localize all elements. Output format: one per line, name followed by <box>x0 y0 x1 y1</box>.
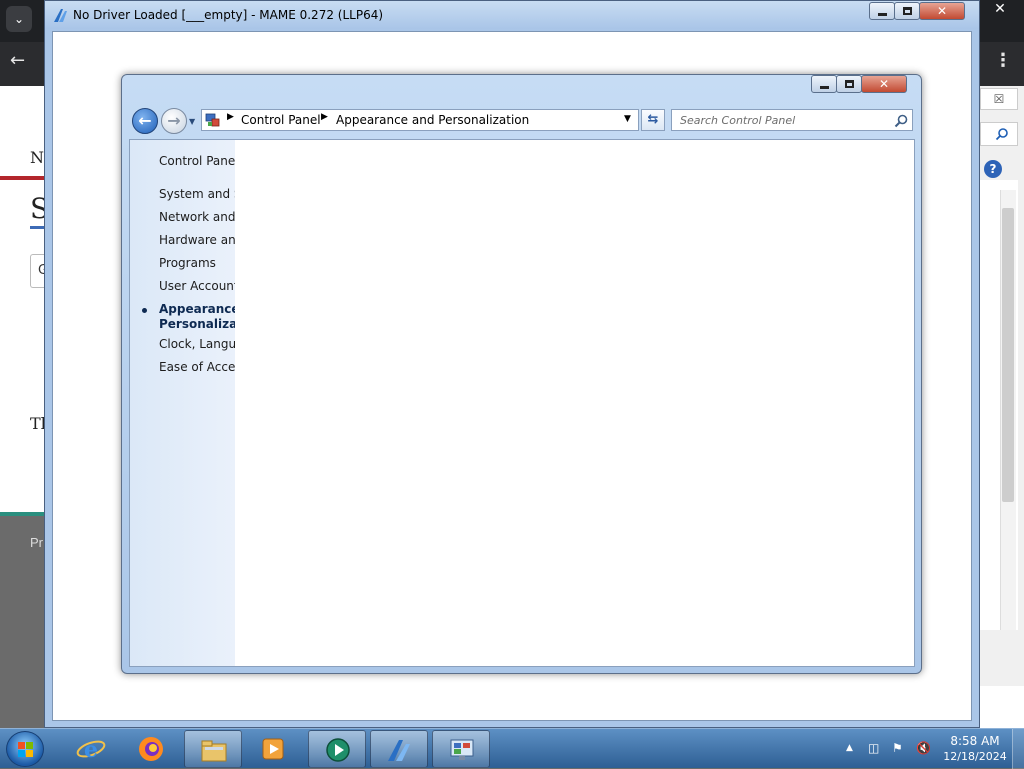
breadcrumb-appearance[interactable]: Appearance and Personalization <box>336 113 529 127</box>
browser-close-icon[interactable]: ✕ <box>985 0 1015 18</box>
close-icon: ✕ <box>936 4 948 18</box>
taskbar-control-panel[interactable] <box>432 730 490 768</box>
taskbar-mame[interactable] <box>370 730 428 768</box>
control-panel-body: Control Panel System and Se Network and … <box>129 139 915 667</box>
browser-back-icon[interactable]: ← <box>10 50 25 71</box>
search-box[interactable] <box>671 109 913 131</box>
control-panel-window: ✕ ← → ▼ ▶ Control Panel ▶ Appearance and… <box>121 74 922 674</box>
mame-minimize-button[interactable] <box>869 2 895 20</box>
network-icon[interactable]: ◫ <box>868 741 879 755</box>
taskbar-media-player[interactable] <box>244 730 302 768</box>
sidebar-item-clock-language[interactable]: Clock, Langua <box>159 337 235 352</box>
taskbar-media-app[interactable] <box>308 730 366 768</box>
action-center-flag-icon[interactable]: ⚑ <box>892 741 903 755</box>
forward-button[interactable]: → <box>161 108 187 134</box>
mame-titlebar[interactable]: No Driver Loaded [___empty] - MAME 0.272… <box>45 1 979 29</box>
recent-pages-dropdown[interactable]: ▼ <box>189 117 198 126</box>
page-footer-text-fragment: Pr <box>30 535 43 550</box>
maximize-icon <box>845 80 854 88</box>
breadcrumb-separator-icon[interactable]: ▶ <box>321 112 328 122</box>
breadcrumb-separator-icon[interactable]: ▶ <box>227 112 234 122</box>
taskbar-internet-explorer[interactable]: e <box>62 730 120 768</box>
mame-icon <box>388 740 410 761</box>
firefox-icon <box>139 737 163 761</box>
search-icon[interactable] <box>893 113 909 129</box>
side-panel-close-icon[interactable]: ☒ <box>980 88 1018 110</box>
maximize-icon <box>903 7 912 15</box>
sidebar-item-control-panel-home[interactable]: Control Panel <box>159 154 235 169</box>
media-player-icon <box>262 738 284 760</box>
show-desktop-button[interactable] <box>1012 729 1024 769</box>
volume-muted-icon[interactable]: 🔇 <box>916 741 931 755</box>
page-text-fragment: N <box>30 148 44 167</box>
clock-date[interactable]: 12/18/2024 <box>940 750 1010 763</box>
folder-icon <box>201 740 227 762</box>
cp-content-area <box>235 140 914 666</box>
search-input[interactable] <box>672 110 890 130</box>
sidebar-item-system-security[interactable]: System and Se <box>159 187 235 202</box>
address-bar[interactable]: ▶ Control Panel ▶ Appearance and Persona… <box>201 109 639 131</box>
internet-explorer-icon: e <box>76 737 106 763</box>
cp-close-button[interactable]: ✕ <box>861 75 907 93</box>
taskbar-firefox[interactable] <box>122 730 180 768</box>
minimize-icon <box>878 13 887 16</box>
control-panel-icon <box>205 113 220 127</box>
sidebar-item-appearance-line2[interactable]: Personalizatio <box>159 317 235 332</box>
minimize-icon <box>820 86 829 89</box>
show-hidden-icons-icon[interactable]: ▲ <box>846 743 853 753</box>
help-icon[interactable]: ? <box>984 160 1002 178</box>
taskbar: e ▲ ◫ ⚑ 🔇 8:58 AM 12/18/2024 <box>0 728 1024 769</box>
tab-list-button[interactable]: ⌄ <box>6 6 32 32</box>
taskbar-file-explorer[interactable] <box>184 730 242 768</box>
close-icon: ✕ <box>878 77 890 91</box>
side-search-icon <box>995 128 1008 141</box>
start-button[interactable] <box>6 731 44 767</box>
svg-text:e: e <box>84 737 98 763</box>
breadcrumb-control-panel[interactable]: Control Panel <box>241 113 321 127</box>
mame-window-title: No Driver Loaded [___empty] - MAME 0.272… <box>73 8 384 22</box>
side-panel-scroll-thumb[interactable] <box>1002 208 1014 502</box>
mame-caption-buttons: ✕ <box>869 2 965 20</box>
cp-sidebar: Control Panel System and Se Network and … <box>130 140 235 666</box>
play-circle-icon <box>326 738 350 762</box>
mame-app-icon <box>54 9 67 22</box>
cp-caption-buttons: ✕ <box>811 75 907 93</box>
sidebar-item-network-internet[interactable]: Network and I <box>159 210 235 225</box>
windows-logo-icon <box>18 742 33 757</box>
sidebar-item-hardware-sound[interactable]: Hardware and <box>159 233 235 248</box>
mame-close-button[interactable]: ✕ <box>919 2 965 20</box>
control-panel-icon <box>450 739 474 760</box>
cp-minimize-button[interactable] <box>811 75 837 93</box>
cp-maximize-button[interactable] <box>836 75 862 93</box>
sidebar-item-user-accounts[interactable]: User Accounts <box>159 279 235 294</box>
browser-menu-icon[interactable]: ⋮ <box>994 50 1012 71</box>
back-button[interactable]: ← <box>132 108 158 134</box>
side-panel-search-fragment[interactable] <box>980 122 1018 146</box>
system-tray: ▲ ◫ ⚑ 🔇 8:58 AM 12/18/2024 <box>840 729 1024 769</box>
clock-time[interactable]: 8:58 AM <box>940 734 1010 748</box>
sidebar-item-programs[interactable]: Programs <box>159 256 216 271</box>
sidebar-item-ease-of-access[interactable]: Ease of Access <box>159 360 235 375</box>
mame-maximize-button[interactable] <box>894 2 920 20</box>
address-dropdown-icon[interactable]: ▼ <box>624 114 631 124</box>
sidebar-item-appearance[interactable]: Appearance a <box>159 302 235 317</box>
page-accent-red <box>0 176 48 180</box>
active-item-bullet <box>142 308 147 313</box>
refresh-button[interactable]: ⇆ <box>641 109 665 131</box>
